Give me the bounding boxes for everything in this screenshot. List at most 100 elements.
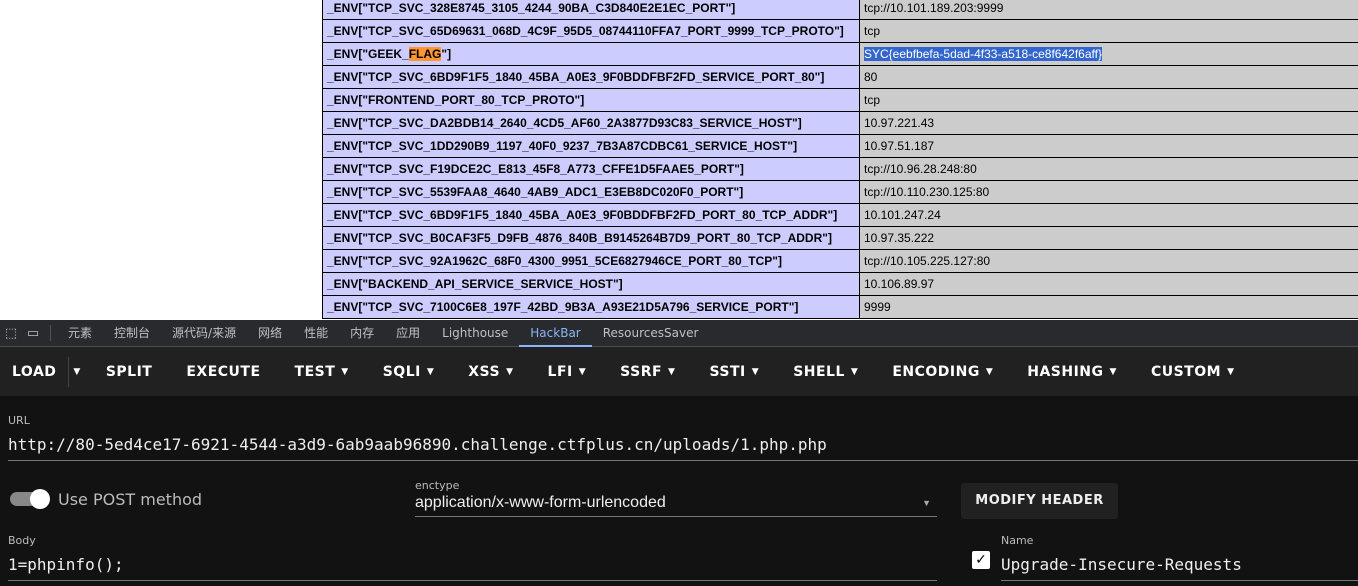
divider	[50, 325, 51, 341]
url-input[interactable]: http://80-5ed4ce17-6921-4544-a3d9-6ab9aa…	[8, 435, 1358, 461]
tab-2[interactable]: 源代码/来源	[161, 320, 247, 347]
env-key: _ENV["TCP_SVC_5539FAA8_4640_4AB9_ADC1_E3…	[322, 180, 860, 204]
table-row: _ENV["TCP_SVC_328E8745_3105_4244_90BA_C3…	[322, 0, 1358, 20]
env-value: tcp://10.110.230.125:80	[859, 180, 1358, 204]
env-value: tcp://10.105.225.127:80	[859, 249, 1358, 273]
device-toolbar-icon[interactable]: ▭	[22, 326, 44, 341]
env-key: _ENV["TCP_SVC_6BD9F1F5_1840_45BA_A0E3_9F…	[322, 65, 860, 89]
table-row: _ENV["TCP_SVC_7100C6E8_197F_42BD_9B3A_A9…	[322, 295, 1358, 319]
shell-button[interactable]: SHELL ▼	[776, 347, 875, 396]
tab-8[interactable]: HackBar	[519, 320, 592, 347]
button-label: EXECUTE	[186, 363, 261, 380]
encoding-button[interactable]: ENCODING ▼	[875, 347, 1010, 396]
header-name-label: Name	[1001, 534, 1034, 547]
button-label: LFI	[547, 363, 573, 380]
env-key-prefix: _ENV["GEEK_	[327, 47, 409, 61]
env-value: tcp://10.101.189.203:9999	[859, 0, 1358, 20]
table-row: _ENV["TCP_SVC_5539FAA8_4640_4AB9_ADC1_E3…	[322, 180, 1358, 204]
env-key-suffix: "]	[441, 47, 452, 61]
env-value: tcp	[859, 19, 1358, 43]
table-row: _ENV["TCP_SVC_F19DCE2C_E813_45F8_A773_CF…	[322, 157, 1358, 181]
table-row: _ENV["BACKEND_API_SERVICE_SERVICE_HOST"]…	[322, 272, 1358, 296]
env-key: _ENV["TCP_SVC_DA2BDB14_2640_4CD5_AF60_2A…	[322, 111, 860, 135]
table-row: _ENV["GEEK_FLAG"] SYC{eebfbefa-5dad-4f33-…	[322, 42, 1358, 66]
caret-down-icon: ▼	[578, 366, 587, 377]
button-label: TEST	[294, 363, 336, 380]
enctype-label: enctype	[415, 479, 460, 492]
env-table: _ENV["TCP_SVC_328E8745_3105_4244_90BA_C3…	[322, 0, 1358, 319]
button-label: XSS	[468, 363, 501, 380]
modify-header-button[interactable]: MODIFY HEADER	[961, 483, 1118, 519]
header-name-input[interactable]: Upgrade-Insecure-Requests	[1001, 555, 1358, 581]
tab-0[interactable]: 元素	[57, 320, 103, 347]
test-button[interactable]: TEST ▼	[278, 347, 366, 396]
url-label: URL	[8, 414, 30, 427]
button-label: SHELL	[793, 363, 845, 380]
env-value: tcp	[859, 88, 1358, 112]
load-options-caret-icon[interactable]: ▼	[73, 367, 80, 377]
tab-7[interactable]: Lighthouse	[431, 320, 519, 347]
tab-9[interactable]: ResourcesSaver	[592, 320, 710, 347]
env-key: _ENV["TCP_SVC_7100C6E8_197F_42BD_9B3A_A9…	[322, 295, 860, 319]
env-key: _ENV["TCP_SVC_6BD9F1F5_1840_45BA_A0E3_9F…	[322, 203, 860, 227]
enctype-value: application/x-www-form-urlencoded	[415, 494, 666, 511]
env-value: tcp://10.96.28.248:80	[859, 157, 1358, 181]
ssti-button[interactable]: SSTI ▼	[692, 347, 776, 396]
tab-3[interactable]: 网络	[247, 320, 293, 347]
tab-6[interactable]: 应用	[385, 320, 431, 347]
env-value: 10.106.89.97	[859, 272, 1358, 296]
table-row: _ENV["TCP_SVC_6BD9F1F5_1840_45BA_A0E3_9F…	[322, 65, 1358, 89]
table-row: _ENV["TCP_SVC_92A1962C_68F0_4300_9951_5C…	[322, 249, 1358, 273]
body-input[interactable]: 1=phpinfo();	[8, 555, 937, 581]
env-key: _ENV["FRONTEND_PORT_80_TCP_PROTO"]	[322, 88, 860, 112]
divider	[68, 356, 70, 387]
env-value: 10.101.247.24	[859, 203, 1358, 227]
table-row: _ENV["TCP_SVC_65D69631_068D_4C9F_95D5_08…	[322, 19, 1358, 43]
sqli-button[interactable]: SQLI ▼	[366, 347, 452, 396]
flag-value-selected[interactable]: SYC{eebfbefa-5dad-4f33-a518-ce8f642f6aff…	[864, 47, 1102, 61]
caret-down-icon: ▼	[1109, 366, 1117, 377]
env-value: 10.97.51.187	[859, 134, 1358, 158]
tab-5[interactable]: 内存	[339, 320, 385, 347]
custom-button[interactable]: CUSTOM ▼	[1134, 347, 1252, 396]
xss-button[interactable]: XSS ▼	[451, 347, 530, 396]
caret-down-icon: ▼	[668, 366, 676, 377]
post-toggle-label: Use POST method	[58, 490, 203, 509]
button-label: HASHING	[1027, 363, 1104, 380]
button-label: CUSTOM	[1150, 363, 1222, 380]
phpinfo-page: _ENV["TCP_SVC_328E8745_3105_4244_90BA_C3…	[0, 0, 1358, 320]
env-key: _ENV["TCP_SVC_92A1962C_68F0_4300_9951_5C…	[322, 249, 860, 273]
caret-down-icon: ▼	[506, 366, 514, 377]
table-row: _ENV["TCP_SVC_6BD9F1F5_1840_45BA_A0E3_9F…	[322, 203, 1358, 227]
header-enabled-checkbox[interactable]: ✓	[972, 551, 990, 569]
env-key: _ENV["BACKEND_API_SERVICE_SERVICE_HOST"]	[322, 272, 860, 296]
split-button[interactable]: SPLIT	[89, 347, 170, 396]
env-key: _ENV["TCP_SVC_F19DCE2C_E813_45F8_A773_CF…	[322, 157, 860, 181]
button-label: ENCODING	[892, 363, 980, 380]
execute-button[interactable]: EXECUTE	[169, 347, 277, 396]
ssrf-button[interactable]: SSRF ▼	[603, 347, 692, 396]
hashing-button[interactable]: HASHING ▼	[1010, 347, 1134, 396]
body-label: Body	[8, 534, 36, 547]
button-label: SPLIT	[105, 363, 153, 380]
env-key: _ENV["TCP_SVC_328E8745_3105_4244_90BA_C3…	[322, 0, 860, 20]
env-key: _ENV["TCP_SVC_65D69631_068D_4C9F_95D5_08…	[322, 19, 860, 43]
load-button[interactable]: LOAD	[0, 347, 68, 396]
table-row: _ENV["TCP_SVC_DA2BDB14_2640_4CD5_AF60_2A…	[322, 111, 1358, 135]
tab-4[interactable]: 性能	[293, 320, 339, 347]
search-highlight: FLAG	[408, 47, 442, 61]
tab-1[interactable]: 控制台	[103, 320, 161, 347]
env-value: SYC{eebfbefa-5dad-4f33-a518-ce8f642f6aff…	[859, 42, 1358, 66]
caret-down-icon: ▼	[751, 366, 760, 377]
env-key: _ENV["TCP_SVC_B0CAF3F5_D9FB_4876_840B_B9…	[322, 226, 860, 250]
caret-down-icon: ▼	[1227, 366, 1235, 377]
env-key: _ENV["TCP_SVC_1DD290B9_1197_40F0_9237_7B…	[322, 134, 860, 158]
chevron-down-icon: ▼	[922, 498, 931, 508]
caret-down-icon: ▼	[341, 366, 349, 377]
env-value: 10.97.35.222	[859, 226, 1358, 250]
inspect-element-icon[interactable]: ⬚	[0, 326, 22, 341]
post-toggle[interactable]	[10, 489, 50, 509]
table-row: _ENV["TCP_SVC_1DD290B9_1197_40F0_9237_7B…	[322, 134, 1358, 158]
lfi-button[interactable]: LFI ▼	[531, 347, 604, 396]
enctype-select[interactable]: application/x-www-form-urlencoded ▼	[415, 494, 937, 517]
